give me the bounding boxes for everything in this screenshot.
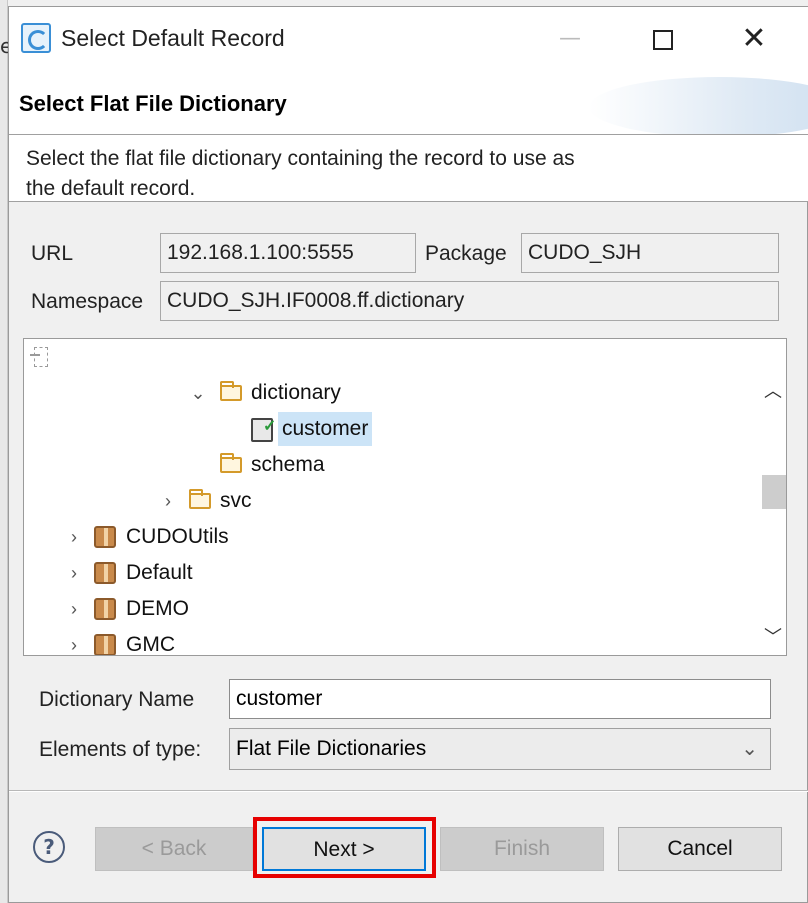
description-text: Select the flat file dictionary containi… [26, 147, 575, 200]
tree-item-dictionary[interactable]: ⌄ dictionary [24, 376, 754, 410]
banner-graphic [589, 77, 808, 134]
scroll-down-icon[interactable]: ﹀ [760, 625, 786, 651]
tree-item-label: dictionary [251, 381, 341, 404]
chevron-right-icon[interactable]: › [64, 520, 84, 554]
url-label: URL [31, 242, 74, 265]
page-description: Select the flat file dictionary containi… [9, 134, 808, 202]
close-button[interactable]: ✕ [729, 19, 779, 59]
chevron-right-icon[interactable]: › [64, 592, 84, 626]
chevron-right-icon[interactable]: › [64, 556, 84, 590]
chevron-down-icon[interactable]: ⌄ [188, 376, 208, 410]
dialog-window: Select Default Record — ✕ Select Flat Fi… [8, 6, 808, 903]
url-field: 192.168.1.100:5555 [160, 233, 416, 273]
tree-item-label: GMC [126, 633, 175, 656]
tree-item-schema[interactable]: schema [24, 448, 754, 482]
package-icon [94, 562, 116, 584]
back-button[interactable]: < Back [95, 827, 253, 871]
cancel-button[interactable]: Cancel [618, 827, 782, 871]
namespace-tree[interactable]: ⌄ dictionary customer schema › svc › CUD… [23, 338, 787, 656]
chevron-right-icon[interactable]: › [64, 628, 84, 655]
package-field: CUDO_SJH [521, 233, 779, 273]
tree-scrollbar[interactable]: ︿ ﹀ [760, 375, 786, 655]
chevron-down-icon: ⌄ [741, 738, 758, 760]
collapse-all-icon[interactable] [30, 345, 54, 369]
package-label: Package [425, 242, 507, 265]
tree-item-customer[interactable]: customer [24, 410, 754, 446]
package-icon [94, 634, 116, 655]
page-title: Select Flat File Dictionary [19, 91, 287, 116]
elements-of-type-select[interactable]: Flat File Dictionaries ⌄ [229, 728, 771, 770]
button-bar-separator [9, 790, 808, 792]
tree-item-label: Default [126, 561, 193, 584]
background-window-edge: e [0, 0, 12, 903]
title-bar: Select Default Record — ✕ [9, 7, 808, 69]
scroll-up-icon[interactable]: ︿ [760, 379, 786, 405]
next-button-highlight [253, 817, 436, 878]
dictionary-name-input[interactable]: customer [229, 679, 771, 719]
scrollbar-thumb[interactable] [762, 475, 786, 509]
folder-open-icon [220, 381, 242, 401]
help-icon[interactable]: ? [33, 831, 65, 863]
window-title: Select Default Record [61, 25, 285, 51]
tree-item-demo[interactable]: › DEMO [24, 592, 754, 626]
app-icon [21, 23, 51, 53]
package-icon [94, 598, 116, 620]
flat-file-dictionary-icon [251, 410, 276, 444]
chevron-right-icon[interactable]: › [158, 484, 178, 518]
tree-item-default[interactable]: › Default [24, 556, 754, 590]
folder-open-icon [189, 489, 211, 509]
tree-item-label: CUDOUtils [126, 525, 229, 548]
tree-item-gmc[interactable]: › GMC [24, 628, 754, 656]
wizard-banner: Select Flat File Dictionary [9, 69, 808, 134]
minimize-button[interactable]: — [545, 19, 595, 59]
package-icon [94, 526, 116, 548]
tree-item-label: schema [251, 453, 325, 476]
tree-item-cudoutils[interactable]: › CUDOUtils [24, 520, 754, 554]
dictionary-name-label: Dictionary Name [39, 688, 195, 711]
tree-item-label: DEMO [126, 597, 189, 620]
finish-button[interactable]: Finish [440, 827, 604, 871]
namespace-field: CUDO_SJH.IF0008.ff.dictionary [160, 281, 779, 321]
tree-item-label: customer [278, 412, 373, 446]
folder-open-icon [220, 453, 242, 473]
tree-item-svc[interactable]: › svc [24, 484, 754, 518]
namespace-label: Namespace [31, 290, 144, 313]
tree-item-label: svc [220, 489, 252, 512]
elements-of-type-label: Elements of type: [39, 738, 202, 761]
maximize-button[interactable] [637, 19, 687, 59]
elements-of-type-value: Flat File Dictionaries [236, 737, 427, 760]
